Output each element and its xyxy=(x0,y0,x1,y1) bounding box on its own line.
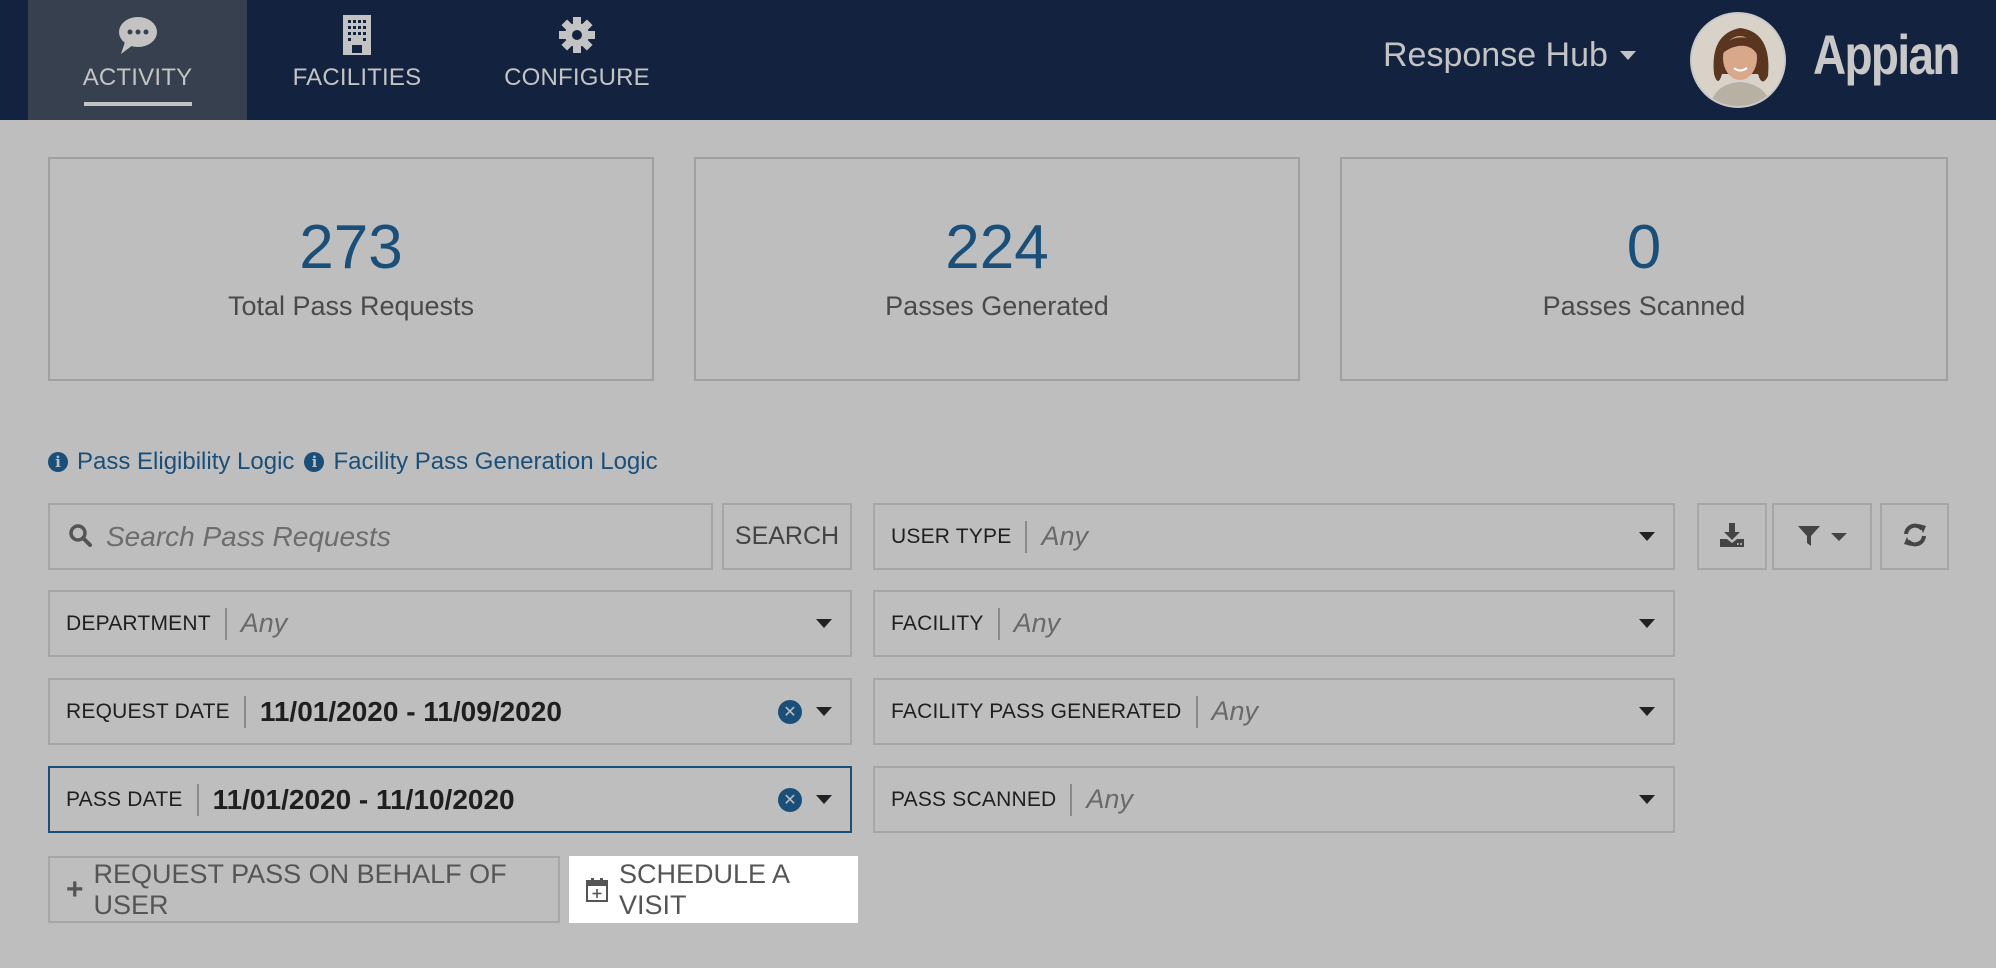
pass-date-range-picker[interactable]: PASS DATE 11/01/2020 - 11/10/2020 ✕ xyxy=(48,766,852,833)
dropdown-value: Any xyxy=(1041,521,1088,551)
chevron-down-icon xyxy=(1639,795,1655,804)
refresh-button[interactable] xyxy=(1880,503,1949,570)
chevron-down-icon xyxy=(1639,707,1655,716)
chevron-down-icon xyxy=(1831,532,1847,541)
clear-icon[interactable]: ✕ xyxy=(778,787,802,812)
appian-logo: Appian xyxy=(1813,23,1960,86)
dropdown-label: FACILITY PASS GENERATED xyxy=(891,699,1182,723)
facility-pass-generation-logic-link[interactable]: i Facility Pass Generation Logic xyxy=(304,448,658,476)
separator xyxy=(196,783,199,816)
facility-dropdown[interactable]: FACILITY Any xyxy=(873,590,1675,657)
active-tab-indicator xyxy=(84,102,192,106)
request-date-range-picker[interactable]: REQUEST DATE 11/01/2020 - 11/09/2020 ✕ xyxy=(48,678,852,745)
chevron-down-icon xyxy=(816,619,832,628)
top-navigation-bar: ACTIVITY FACILITIES CONFIGURE Response H… xyxy=(0,0,1996,120)
pass-eligibility-logic-link[interactable]: i Pass Eligibility Logic xyxy=(48,448,294,476)
button-label: SCHEDULE A VISIT xyxy=(619,858,789,920)
search-icon xyxy=(68,523,92,551)
chevron-down-icon xyxy=(816,795,832,804)
download-icon xyxy=(1719,522,1745,552)
tab-activity[interactable]: ACTIVITY xyxy=(28,0,247,120)
chevron-down-icon xyxy=(816,707,832,716)
dropdown-value: Any xyxy=(1013,608,1061,638)
filter-menu-button[interactable] xyxy=(1772,503,1872,570)
dropdown-label: USER TYPE xyxy=(891,524,1012,548)
dropdown-label: PASS DATE xyxy=(66,787,183,811)
tab-configure[interactable]: CONFIGURE xyxy=(467,0,687,120)
filter-icon xyxy=(1797,523,1821,551)
link-label: Facility Pass Generation Logic xyxy=(333,448,658,475)
date-range-value: 11/01/2020 - 11/09/2020 xyxy=(259,695,562,727)
dropdown-value: Any xyxy=(1211,696,1259,726)
user-type-dropdown[interactable]: USER TYPE Any xyxy=(873,503,1675,570)
gear-icon xyxy=(558,14,596,56)
stat-value: 0 xyxy=(1626,213,1662,282)
separator xyxy=(1070,783,1073,816)
site-name: Response Hub xyxy=(1383,36,1608,74)
dropdown-value: Any xyxy=(1086,784,1133,814)
search-input[interactable]: Search Pass Requests xyxy=(48,503,713,570)
separator xyxy=(1195,695,1198,728)
separator xyxy=(243,695,246,728)
user-avatar[interactable] xyxy=(1690,12,1786,108)
dropdown-label: REQUEST DATE xyxy=(66,699,230,723)
pass-scanned-dropdown[interactable]: PASS SCANNED Any xyxy=(873,766,1675,833)
date-range-value: 11/01/2020 - 11/10/2020 xyxy=(212,783,515,815)
chevron-down-icon xyxy=(1639,619,1655,628)
chevron-down-icon xyxy=(1639,532,1655,541)
tab-facilities[interactable]: FACILITIES xyxy=(247,0,467,120)
dropdown-label: DEPARTMENT xyxy=(66,611,211,635)
tab-facilities-label: FACILITIES xyxy=(292,64,422,91)
site-switcher-dropdown[interactable]: Response Hub xyxy=(1383,36,1636,75)
link-label: Pass Eligibility Logic xyxy=(77,448,295,475)
dropdown-value: Any xyxy=(240,608,288,638)
stat-label: Passes Scanned xyxy=(1542,291,1746,321)
logic-links: i Pass Eligibility Logic i Facility Pass… xyxy=(48,448,668,476)
info-icon: i xyxy=(304,452,325,472)
stat-value: 224 xyxy=(945,213,1049,282)
search-placeholder: Search Pass Requests xyxy=(106,520,391,552)
stat-label: Total Pass Requests xyxy=(227,291,475,321)
calendar-plus-icon xyxy=(585,877,609,903)
download-button[interactable] xyxy=(1697,503,1767,570)
tab-configure-label: CONFIGURE xyxy=(504,64,650,91)
building-icon xyxy=(341,14,373,56)
request-pass-on-behalf-button[interactable]: + REQUEST PASS ON BEHALF OF USER xyxy=(48,856,560,923)
stat-label: Passes Generated xyxy=(885,291,1109,321)
search-button[interactable]: SEARCH xyxy=(722,503,852,570)
clear-icon[interactable]: ✕ xyxy=(778,699,802,724)
plus-icon: + xyxy=(66,872,84,906)
stat-value: 273 xyxy=(299,213,403,282)
dropdown-label: FACILITY xyxy=(891,611,984,635)
stat-card-passes-generated: 224 Passes Generated xyxy=(694,157,1300,381)
chat-bubble-icon xyxy=(117,14,159,56)
facility-pass-generated-dropdown[interactable]: FACILITY PASS GENERATED Any xyxy=(873,678,1675,745)
info-icon: i xyxy=(48,452,68,472)
dropdown-label: PASS SCANNED xyxy=(891,787,1057,811)
refresh-icon xyxy=(1902,522,1928,552)
separator xyxy=(997,607,1000,640)
stat-card-total-pass-requests: 273 Total Pass Requests xyxy=(48,157,654,381)
tab-activity-label: ACTIVITY xyxy=(82,64,193,91)
separator xyxy=(224,607,227,640)
department-dropdown[interactable]: DEPARTMENT Any xyxy=(48,590,852,657)
stat-card-passes-scanned: 0 Passes Scanned xyxy=(1340,157,1948,381)
schedule-visit-button[interactable]: SCHEDULE A VISIT xyxy=(569,856,858,923)
separator xyxy=(1025,520,1028,553)
button-label: REQUEST PASS ON BEHALF OF USER xyxy=(93,858,507,920)
chevron-down-icon xyxy=(1619,51,1636,60)
